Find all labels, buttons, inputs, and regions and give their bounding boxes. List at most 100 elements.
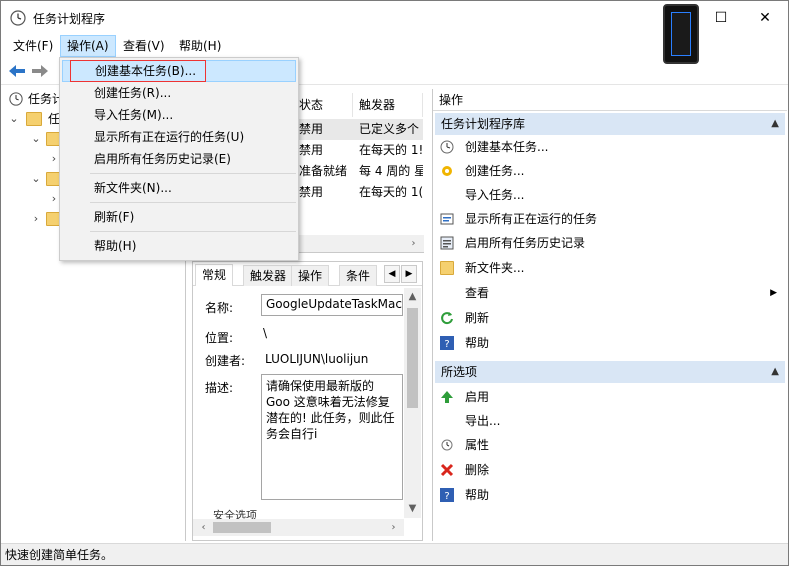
menu-item-create-task[interactable]: 创建任务(R)... <box>62 82 296 104</box>
scroll-right-icon[interactable]: › <box>405 235 422 252</box>
vertical-scrollbar[interactable]: ▲ ▼ <box>404 288 421 518</box>
task-details: 常规 触发器 操作 条件 ◀ ▶ 名称: GoogleUpdateTaskMac… <box>192 261 423 541</box>
action-label: 导出... <box>465 414 501 428</box>
description-field[interactable]: 请确保使用最新版的 Goo 这意味着无法修复潜在的! 此任务，则此任务会自行i <box>261 374 403 500</box>
section-title: 任务计划程序库 <box>441 117 526 131</box>
chevron-down-icon[interactable]: ⌄ <box>30 169 42 189</box>
folder-icon <box>440 261 454 275</box>
collapse-up-icon[interactable]: ▲ <box>771 113 779 135</box>
action-help[interactable]: ? 帮助 <box>435 331 785 355</box>
tab-scroll-left-icon[interactable]: ◀ <box>384 265 400 283</box>
menu-separator <box>90 173 296 174</box>
action-new-folder[interactable]: 新文件夹... <box>435 256 785 280</box>
task-trigger: 每 4 周的 星 <box>359 164 423 178</box>
section-title: 所选项 <box>441 365 478 379</box>
name-label: 名称: <box>205 301 234 315</box>
window-title: 任务计划程序 <box>33 12 106 26</box>
tab-general[interactable]: 常规 <box>195 264 234 286</box>
action-label: 刷新 <box>465 311 490 325</box>
menu-item-show-running[interactable]: 显示所有正在运行的任务(U) <box>62 126 296 148</box>
action-show-running[interactable]: 显示所有正在运行的任务 <box>435 207 785 231</box>
clock-icon <box>10 10 26 26</box>
action-label: 启用 <box>465 390 490 404</box>
menu-action[interactable]: 操作(A) <box>60 35 116 57</box>
scrollbar-thumb[interactable] <box>213 522 271 533</box>
svg-text:?: ? <box>444 491 449 502</box>
tab-triggers[interactable]: 触发器 <box>243 265 294 286</box>
menu-file[interactable]: 文件(F) <box>7 35 59 57</box>
close-button[interactable]: ✕ <box>742 1 788 35</box>
action-label: 帮助 <box>465 488 490 502</box>
actions-title: 操作 <box>433 89 787 111</box>
refresh-icon <box>441 312 453 325</box>
action-delete[interactable]: 删除 <box>435 458 785 482</box>
task-status: 禁用 <box>299 122 324 136</box>
action-enable[interactable]: 启用 <box>435 385 785 409</box>
menu-item-enable-history[interactable]: 启用所有任务历史记录(E) <box>62 148 296 170</box>
collapse-up-icon[interactable]: ▲ <box>771 361 779 383</box>
menu-separator <box>90 231 296 232</box>
action-help-selected[interactable]: ? 帮助 <box>435 483 785 507</box>
action-label: 删除 <box>465 463 490 477</box>
section-header-selected[interactable]: 所选项 ▲ <box>435 361 785 383</box>
maximize-button[interactable]: ☐ <box>698 1 744 35</box>
action-refresh[interactable]: 刷新 <box>435 306 785 330</box>
action-import-task[interactable]: 导入任务... <box>435 183 785 207</box>
chevron-down-icon[interactable]: ⌄ <box>30 129 42 149</box>
scroll-right-icon[interactable]: › <box>385 519 402 536</box>
action-export[interactable]: 导出... <box>435 409 785 433</box>
menu-item-import-task[interactable]: 导入任务(M)... <box>62 104 296 126</box>
name-field[interactable]: GoogleUpdateTaskMac <box>261 294 403 316</box>
menu-view[interactable]: 查看(V) <box>117 35 171 57</box>
menu-help[interactable]: 帮助(H) <box>173 35 227 57</box>
action-label: 创建任务... <box>465 164 525 178</box>
action-enable-history[interactable]: 启用所有任务历史记录 <box>435 231 785 255</box>
task-trigger: 在每天的 1! <box>359 143 423 157</box>
description-label: 描述: <box>205 381 234 395</box>
action-label: 帮助 <box>465 336 490 350</box>
action-properties[interactable]: 属性 <box>435 433 785 457</box>
help-icon: ? <box>440 488 454 502</box>
status-bar: 快速创建简单任务。 <box>1 543 788 565</box>
tab-conditions[interactable]: 条件 <box>339 265 378 286</box>
scroll-down-icon[interactable]: ▼ <box>404 500 421 517</box>
task-status: 禁用 <box>299 143 324 157</box>
forward-arrow-icon[interactable] <box>29 61 51 81</box>
menu-item-refresh[interactable]: 刷新(F) <box>62 206 296 228</box>
scroll-up-icon[interactable]: ▲ <box>404 288 421 305</box>
action-create-task[interactable]: 创建任务... <box>435 159 785 183</box>
task-trigger: 在每天的 1( <box>359 185 423 199</box>
clock-icon <box>440 140 454 154</box>
author-value: LUOLIJUN\luolijun <box>265 352 369 366</box>
scroll-left-icon[interactable]: ‹ <box>195 519 212 536</box>
tab-actions[interactable]: 操作 <box>291 265 330 286</box>
task-trigger: 已定义多个 <box>359 122 420 136</box>
column-header-status[interactable]: 状态 <box>293 93 353 117</box>
action-label: 显示所有正在运行的任务 <box>465 212 598 226</box>
tab-scroll-right-icon[interactable]: ▶ <box>401 265 417 283</box>
action-dropdown-menu: 创建基本任务(B)... 创建任务(R)... 导入任务(M)... 显示所有正… <box>59 57 299 261</box>
focus-highlight-box <box>70 60 206 82</box>
chevron-right-icon[interactable]: › <box>30 209 42 229</box>
task-scheduler-window: 任务计划程序 ☐ ✕ 文件(F) 操作(A) 查看(V) 帮助(H) 任务计 ⌄… <box>0 0 789 566</box>
folder-icon <box>26 112 42 126</box>
menu-item-new-folder[interactable]: 新文件夹(N)... <box>62 177 296 199</box>
scrollbar-thumb[interactable] <box>407 308 418 408</box>
back-arrow-icon[interactable] <box>6 61 28 81</box>
actions-pane: 操作 任务计划程序库 ▲ 创建基本任务... 创建任务... 导入任务... 显… <box>432 89 787 541</box>
svg-text:?: ? <box>444 339 449 350</box>
details-tabs: 常规 触发器 操作 条件 ◀ ▶ <box>193 262 422 286</box>
title-bar: 任务计划程序 ☐ ✕ <box>1 1 788 64</box>
author-label: 创建者: <box>205 354 246 368</box>
chevron-down-icon[interactable]: ⌄ <box>8 109 20 129</box>
task-status: 准备就绪 <box>299 164 348 178</box>
menu-item-help[interactable]: 帮助(H) <box>62 235 296 257</box>
properties-icon <box>441 439 453 451</box>
action-view[interactable]: 查看 ▶ <box>435 281 785 305</box>
section-header-library[interactable]: 任务计划程序库 ▲ <box>435 113 785 135</box>
menu-separator <box>90 202 296 203</box>
action-create-basic-task[interactable]: 创建基本任务... <box>435 135 785 159</box>
horizontal-scrollbar[interactable]: ‹ › <box>193 519 404 536</box>
column-header-trigger[interactable]: 触发器 <box>353 93 423 117</box>
action-label: 查看 <box>465 286 490 300</box>
